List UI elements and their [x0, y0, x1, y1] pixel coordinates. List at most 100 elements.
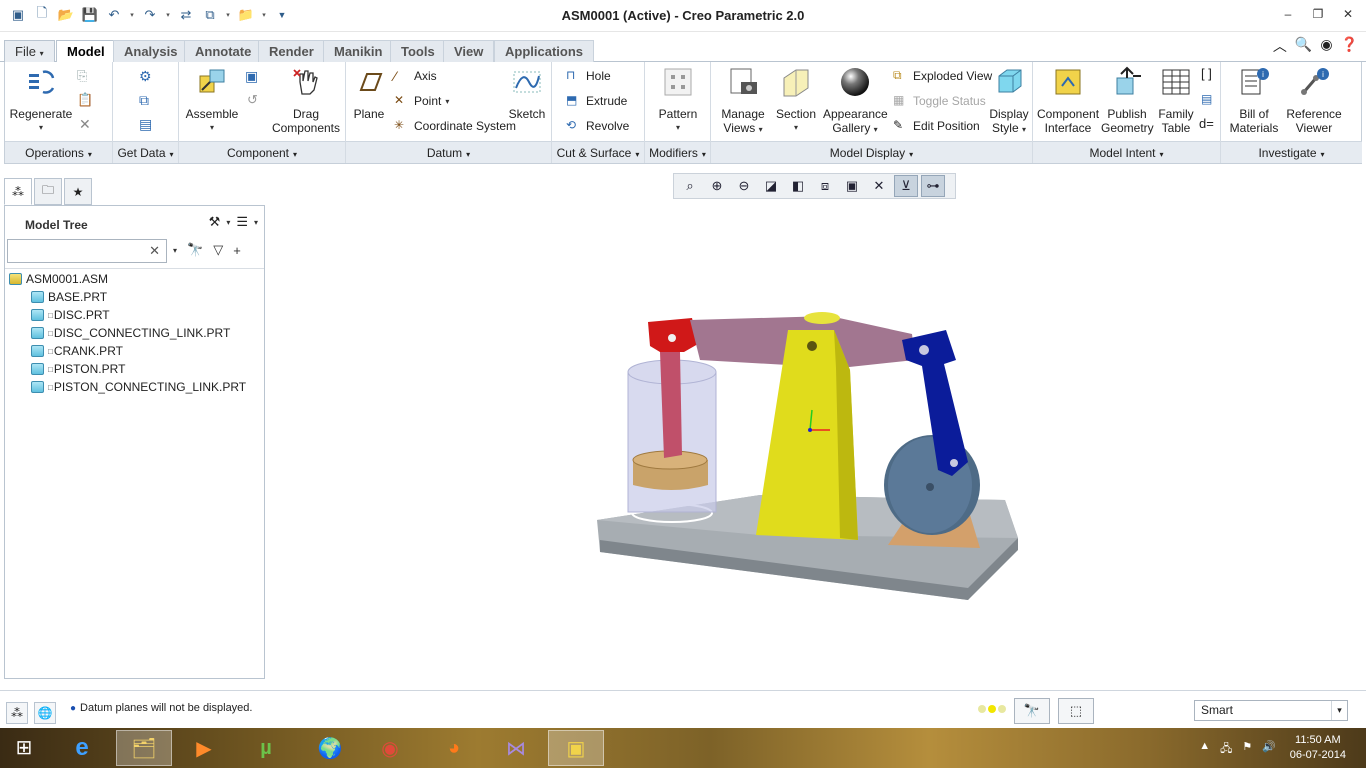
user-defined-feature-icon[interactable]: ⚙: [139, 68, 152, 85]
file-explorer-icon[interactable]: 🗂: [116, 730, 172, 766]
add-icon[interactable]: +: [233, 243, 241, 258]
manage-views-button[interactable]: Manage Views ▾: [715, 66, 771, 137]
internet-download-manager-icon[interactable]: 🌍: [302, 730, 358, 766]
navigator-toggle-icon[interactable]: ⁂: [6, 702, 28, 724]
publish-geometry-button[interactable]: Publish Geometry: [1101, 66, 1154, 135]
axis-button[interactable]: ⁄ Axis: [394, 66, 437, 86]
chevron-down-icon[interactable]: ▾: [226, 218, 230, 227]
zoom-in-icon[interactable]: ⊕: [705, 175, 729, 197]
tree-item[interactable]: □ PISTON_CONNECTING_LINK.PRT: [9, 378, 246, 396]
group-label-model-display[interactable]: Model Display ▾: [711, 141, 1032, 163]
display-style-icon[interactable]: ◧: [786, 175, 810, 197]
tree-item[interactable]: BASE.PRT: [9, 288, 246, 306]
find-icon[interactable]: 🔭: [1014, 698, 1050, 724]
tree-item[interactable]: □ PISTON.PRT: [9, 360, 246, 378]
assembly-model-view[interactable]: [268, 200, 1362, 686]
browser-toggle-icon[interactable]: 🌐: [34, 702, 56, 724]
internet-explorer-icon[interactable]: e: [54, 730, 110, 766]
group-label-datum[interactable]: Datum ▾: [346, 141, 551, 163]
sketch-button[interactable]: Sketch: [506, 66, 548, 121]
visual-studio-icon[interactable]: ⋈: [488, 730, 544, 766]
tab-annotate[interactable]: Annotate: [184, 40, 263, 62]
group-label-component[interactable]: Component ▾: [179, 141, 345, 163]
windows-start-icon[interactable]: ⊞: [8, 733, 40, 763]
plane-button[interactable]: Plane: [348, 66, 390, 121]
clear-search-icon[interactable]: ✕: [149, 243, 160, 259]
create-component-icon[interactable]: ▣: [245, 68, 258, 85]
chrome-icon[interactable]: ◉: [362, 730, 418, 766]
group-label-cut-surface[interactable]: Cut & Surface ▾: [552, 141, 644, 163]
copy-geometry-icon[interactable]: ⧉: [139, 92, 149, 109]
tab-model[interactable]: Model: [56, 40, 116, 63]
media-player-icon[interactable]: ▶: [176, 730, 232, 766]
chevron-down-icon[interactable]: ▾: [254, 218, 258, 227]
family-table-button[interactable]: Family Table: [1155, 66, 1197, 135]
tab-file[interactable]: File ▾: [4, 40, 55, 62]
tab-tools[interactable]: Tools: [390, 40, 446, 62]
model-tree-tab-icon[interactable]: ⁂: [4, 178, 32, 205]
utorrent-icon[interactable]: µ: [238, 730, 294, 766]
assemble-button[interactable]: Assemble ▾: [183, 66, 241, 135]
creo-parametric-icon[interactable]: ▣: [548, 730, 604, 766]
annotation-display-icon[interactable]: ⊶: [921, 175, 945, 197]
graphics-window[interactable]: [268, 200, 1362, 686]
exploded-view-button[interactable]: ⧉ Exploded View: [893, 66, 992, 86]
search-dropdown-icon[interactable]: ▾: [173, 246, 177, 255]
filter-icon[interactable]: ▽: [213, 242, 223, 258]
tree-item-root[interactable]: ASM0001.ASM: [9, 270, 246, 288]
copy-icon[interactable]: ⎘: [77, 68, 87, 84]
point-button[interactable]: ✕ Point ▾: [394, 91, 449, 111]
clock[interactable]: 11:50 AM 06-07-2014: [1290, 733, 1346, 763]
volume-icon[interactable]: 🔊: [1262, 740, 1276, 759]
parameters-icon[interactable]: ▤: [1201, 92, 1212, 106]
delete-icon[interactable]: ✕: [79, 116, 91, 133]
search-icon[interactable]: 🔍: [1295, 36, 1312, 56]
minimize-icon[interactable]: –: [1280, 6, 1296, 22]
section-button[interactable]: Section ▾: [771, 66, 821, 135]
tab-view[interactable]: View: [443, 40, 495, 62]
tree-item[interactable]: □ DISC.PRT: [9, 306, 246, 324]
coordinate-system-button[interactable]: ✳ Coordinate System: [394, 116, 516, 136]
firefox-icon[interactable]: ◕: [426, 730, 482, 766]
search-input[interactable]: [8, 240, 148, 262]
favorites-tab-icon[interactable]: ★: [64, 178, 92, 205]
network-icon[interactable]: 🖧: [1220, 740, 1232, 759]
select-box-icon[interactable]: ⬚: [1058, 698, 1094, 724]
reference-viewer-button[interactable]: i Reference Viewer: [1281, 66, 1347, 135]
revolve-button[interactable]: ⟲ Revolve: [566, 116, 629, 136]
group-label-get-data[interactable]: Get Data ▾: [113, 141, 178, 163]
action-center-flag-icon[interactable]: ⚑: [1242, 740, 1252, 759]
toggle-status-button[interactable]: ▦ Toggle Status: [893, 91, 986, 111]
view-manager-icon[interactable]: ▣: [840, 175, 864, 197]
drag-components-button[interactable]: Drag Components: [271, 66, 341, 135]
bill-of-materials-button[interactable]: i Bill of Materials: [1227, 66, 1281, 135]
paste-icon[interactable]: 📋: [77, 92, 93, 108]
group-label-model-intent[interactable]: Model Intent ▾: [1033, 141, 1220, 163]
relations-icon[interactable]: [ ]: [1201, 66, 1212, 81]
pattern-button[interactable]: Pattern ▾: [651, 66, 705, 135]
tab-applications[interactable]: Applications: [494, 40, 595, 62]
hole-button[interactable]: ⊓ Hole: [566, 66, 611, 86]
repeat-icon[interactable]: ↺: [247, 92, 258, 108]
zoom-out-icon[interactable]: ⊖: [732, 175, 756, 197]
refit-icon[interactable]: ⌕: [678, 175, 702, 197]
spin-center-icon[interactable]: ⊻: [894, 175, 918, 197]
restore-icon[interactable]: ❐: [1310, 6, 1326, 22]
close-icon[interactable]: ✕: [1340, 6, 1356, 22]
folder-browser-tab-icon[interactable]: 🗀: [34, 178, 62, 205]
tab-analysis[interactable]: Analysis: [113, 40, 189, 62]
shrinkwrap-icon[interactable]: ▤: [139, 116, 152, 133]
extrude-button[interactable]: ⬒ Extrude: [566, 91, 627, 111]
appearance-gallery-button[interactable]: Appearance Gallery ▾: [823, 66, 888, 137]
edit-position-button[interactable]: ✎ Edit Position: [893, 116, 980, 136]
minimize-ribbon-icon[interactable]: ︿: [1273, 36, 1287, 56]
regenerate-button[interactable]: Regenerate ▾: [9, 66, 73, 135]
tab-manikin[interactable]: Manikin: [323, 40, 394, 62]
selection-filter-select[interactable]: Smart ▾: [1194, 700, 1348, 721]
group-label-operations[interactable]: Operations ▾: [5, 141, 112, 163]
component-interface-button[interactable]: Component Interface: [1037, 66, 1099, 135]
tab-render[interactable]: Render: [258, 40, 325, 62]
find-icon[interactable]: 🔭: [187, 242, 203, 258]
help-icon[interactable]: ❓: [1341, 36, 1358, 56]
ptc-community-icon[interactable]: ◉: [1320, 36, 1332, 56]
